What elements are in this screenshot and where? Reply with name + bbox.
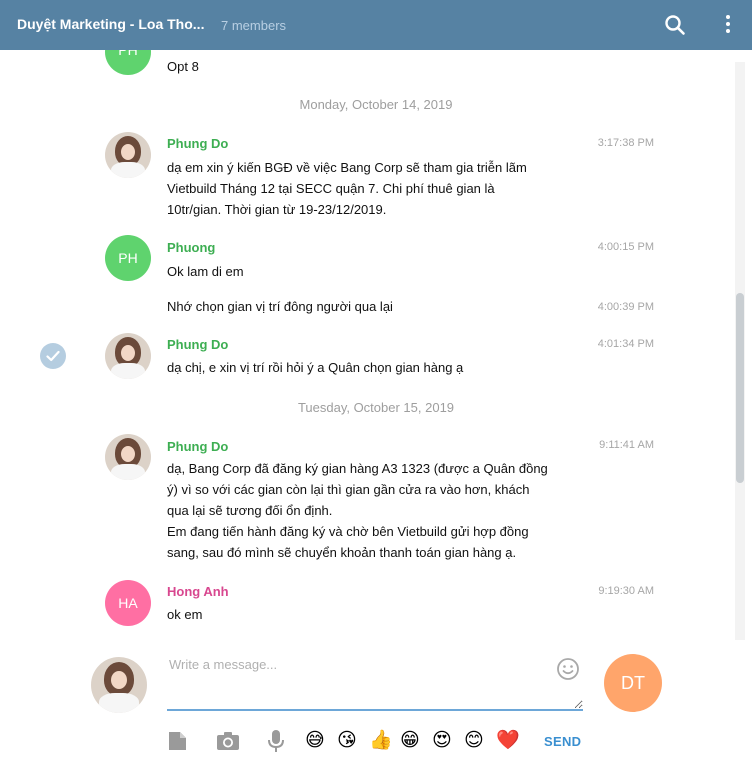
emoji-picker-icon[interactable] bbox=[556, 657, 580, 681]
microphone-icon[interactable] bbox=[264, 729, 288, 753]
chat-title[interactable]: Duyệt Marketing - Loa Tho... bbox=[17, 16, 204, 32]
avatar[interactable]: PH bbox=[105, 50, 151, 75]
message-time: 9:19:30 AM bbox=[598, 585, 654, 597]
sender-name[interactable]: Phuong bbox=[167, 240, 215, 255]
scrollbar-thumb[interactable] bbox=[736, 293, 744, 483]
message-text: dạ em xin ý kiến BGĐ về việc Bang Corp s… bbox=[167, 160, 527, 217]
message-time: 9:11:41 AM bbox=[599, 439, 654, 451]
avatar[interactable]: HA bbox=[105, 580, 151, 626]
emoji-heart[interactable]: ❤️ bbox=[496, 729, 520, 753]
message-text: dạ, Bang Corp đã đăng ký gian hàng A3 13… bbox=[167, 461, 548, 560]
sender-name[interactable]: Phung Do bbox=[167, 136, 228, 151]
message-history[interactable]: PH Opt 8 Monday, October 14, 2019 Phung … bbox=[0, 50, 752, 645]
avatar[interactable]: PH bbox=[105, 235, 151, 281]
date-separator: Tuesday, October 15, 2019 bbox=[297, 400, 455, 415]
message-time: 4:00:15 PM bbox=[597, 241, 654, 253]
avatar[interactable] bbox=[105, 434, 151, 480]
self-avatar[interactable] bbox=[91, 657, 147, 713]
emoji-kiss[interactable]: 😘 bbox=[337, 729, 357, 753]
message-input[interactable] bbox=[167, 655, 583, 711]
message-text: dạ chị, e xin vị trí rồi hỏi ý a Quân ch… bbox=[167, 360, 464, 375]
attach-file-icon[interactable] bbox=[165, 729, 189, 753]
dt-avatar[interactable]: DT bbox=[604, 654, 662, 712]
message-time: 4:00:39 PM bbox=[597, 301, 654, 313]
more-options-icon[interactable] bbox=[724, 13, 732, 37]
chat-header: Duyệt Marketing - Loa Tho... 7 members bbox=[0, 0, 752, 50]
sender-name[interactable]: Hong Anh bbox=[167, 584, 229, 599]
search-icon[interactable] bbox=[664, 14, 686, 36]
send-button[interactable]: SEND bbox=[544, 734, 581, 749]
emoji-heart-eyes[interactable]: 😍 bbox=[432, 729, 452, 753]
sender-name[interactable]: Phung Do bbox=[167, 439, 228, 454]
message-text: Ok lam di em bbox=[167, 264, 244, 279]
camera-icon[interactable] bbox=[216, 729, 240, 753]
message-time: 4:01:34 PM bbox=[597, 338, 654, 350]
composer-toolbar: 😅 😘 👍 😁 😍 😊 ❤️ SEND bbox=[0, 729, 752, 759]
date-separator: Monday, October 14, 2019 bbox=[299, 97, 453, 112]
message-text: Opt 8 bbox=[167, 59, 199, 74]
members-count[interactable]: 7 members bbox=[221, 18, 286, 33]
message-text: ok em bbox=[167, 607, 203, 622]
avatar[interactable] bbox=[105, 132, 151, 178]
message-composer: DT 😅 😘 👍 😁 😍 😊 ❤️ SEND bbox=[0, 645, 752, 778]
sender-name[interactable]: Phung Do bbox=[167, 337, 228, 352]
avatar[interactable] bbox=[105, 333, 151, 379]
message-text: Nhớ chọn gian vị trí đông người qua lại bbox=[167, 299, 393, 314]
emoji-thumbs-up[interactable]: 👍 bbox=[369, 729, 393, 753]
message-time: 3:17:38 PM bbox=[597, 137, 654, 149]
emoji-sweat-smile[interactable]: 😅 bbox=[305, 729, 325, 753]
emoji-grin[interactable]: 😁 bbox=[400, 729, 420, 753]
selected-check-icon[interactable] bbox=[40, 343, 66, 369]
emoji-blush[interactable]: 😊 bbox=[464, 729, 484, 753]
